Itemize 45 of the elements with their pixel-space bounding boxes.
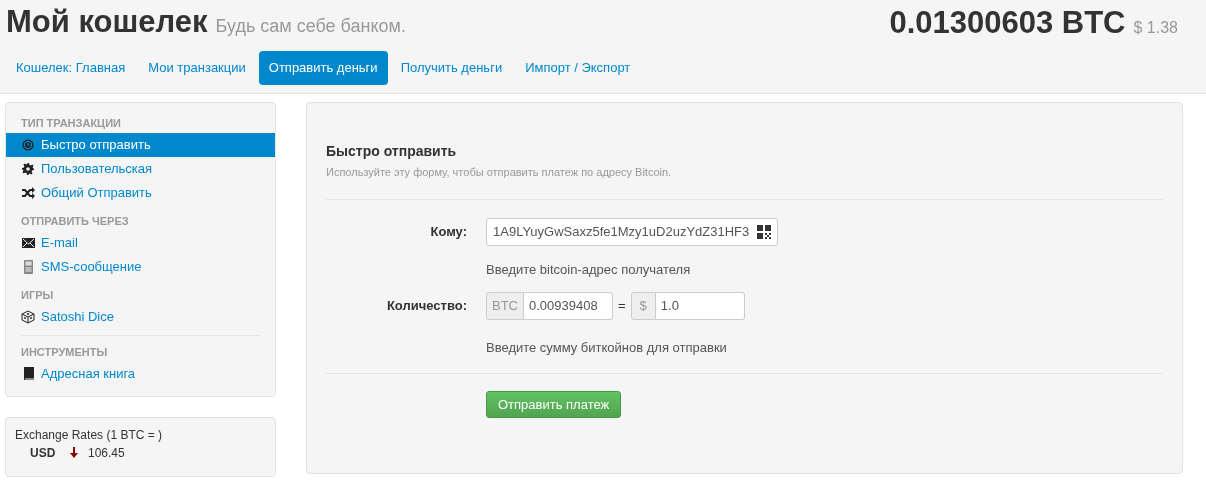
book-icon bbox=[22, 367, 34, 380]
section-heading: ИНСТРУМЕНТЫ bbox=[20, 344, 109, 360]
phone-icon bbox=[23, 259, 33, 274]
exchange-title: Exchange Rates (1 BTC = ) bbox=[15, 426, 164, 444]
sidebar-item[interactable]: E-mail bbox=[6, 230, 275, 255]
sidebar-item[interactable]: Пользовательская bbox=[6, 156, 275, 181]
sidebar-item[interactable]: Быстро отправить bbox=[6, 132, 275, 157]
rate-value: 106.45 bbox=[88, 444, 125, 462]
down-arrow-icon bbox=[70, 447, 78, 458]
btc-amount-field[interactable]: 0.00939408 bbox=[524, 291, 613, 320]
form-title: Быстро отправить bbox=[326, 141, 458, 161]
field-label: Кому: bbox=[429, 223, 467, 242]
nav-tab[interactable]: Мои транзакции bbox=[138, 51, 256, 85]
currency-code: USD bbox=[30, 444, 57, 462]
usd-amount-field[interactable]: 1.0 bbox=[655, 291, 745, 320]
sidebar-item[interactable]: Адресная книга bbox=[6, 361, 275, 386]
balance-usd: $ 1.38 bbox=[1133, 18, 1178, 38]
help-text: Введите сумму биткойнов для отправки bbox=[486, 338, 728, 357]
shuffle-icon bbox=[21, 186, 35, 199]
envelope-icon bbox=[21, 237, 35, 248]
send-payment-button[interactable]: Отправить платеж bbox=[486, 391, 622, 418]
section-heading: ИГРЫ bbox=[20, 287, 55, 303]
nav-tab[interactable]: Отправить деньги bbox=[258, 51, 388, 85]
equals-sign: = bbox=[618, 296, 626, 315]
dice-icon bbox=[21, 309, 35, 324]
sidebar-item[interactable]: SMS-сообщение bbox=[6, 254, 275, 279]
clock-icon bbox=[22, 138, 34, 151]
page-subtitle: Будь сам себе банком. bbox=[215, 15, 406, 38]
qr-code-icon bbox=[757, 225, 771, 239]
nav-tab[interactable]: Получить деньги bbox=[390, 51, 513, 85]
section-heading: ТИП ТРАНЗАКЦИИ bbox=[20, 115, 122, 131]
wallet-balance: 0.01300603 BTC bbox=[889, 7, 1126, 38]
field-label: Количество: bbox=[385, 296, 467, 315]
section-heading: ОТПРАВИТЬ ЧЕРЕЗ bbox=[20, 213, 130, 229]
page-title: Мой кошелек bbox=[6, 6, 208, 37]
form-description: Используйте эту форму, чтобы отправить платеж по адресу Bitcoin. bbox=[326, 164, 673, 180]
sidebar-item[interactable]: Общий Отправить bbox=[6, 180, 275, 205]
currency-addon: BTC bbox=[486, 291, 524, 320]
currency-addon: $ bbox=[630, 291, 656, 320]
sidebar-item[interactable]: Satoshi Dice bbox=[6, 304, 275, 329]
help-text: Введите bitcoin-адрес получателя bbox=[486, 261, 692, 279]
nav-tab[interactable]: Кошелек: Главная bbox=[6, 51, 136, 85]
nav-tab[interactable]: Импорт / Экспорт bbox=[515, 51, 641, 85]
gear-icon bbox=[22, 162, 34, 175]
address-field[interactable]: 1A9LYuyGwSaxz5fe1Mzy1uD2uzYdZ31HF3 bbox=[486, 218, 778, 246]
